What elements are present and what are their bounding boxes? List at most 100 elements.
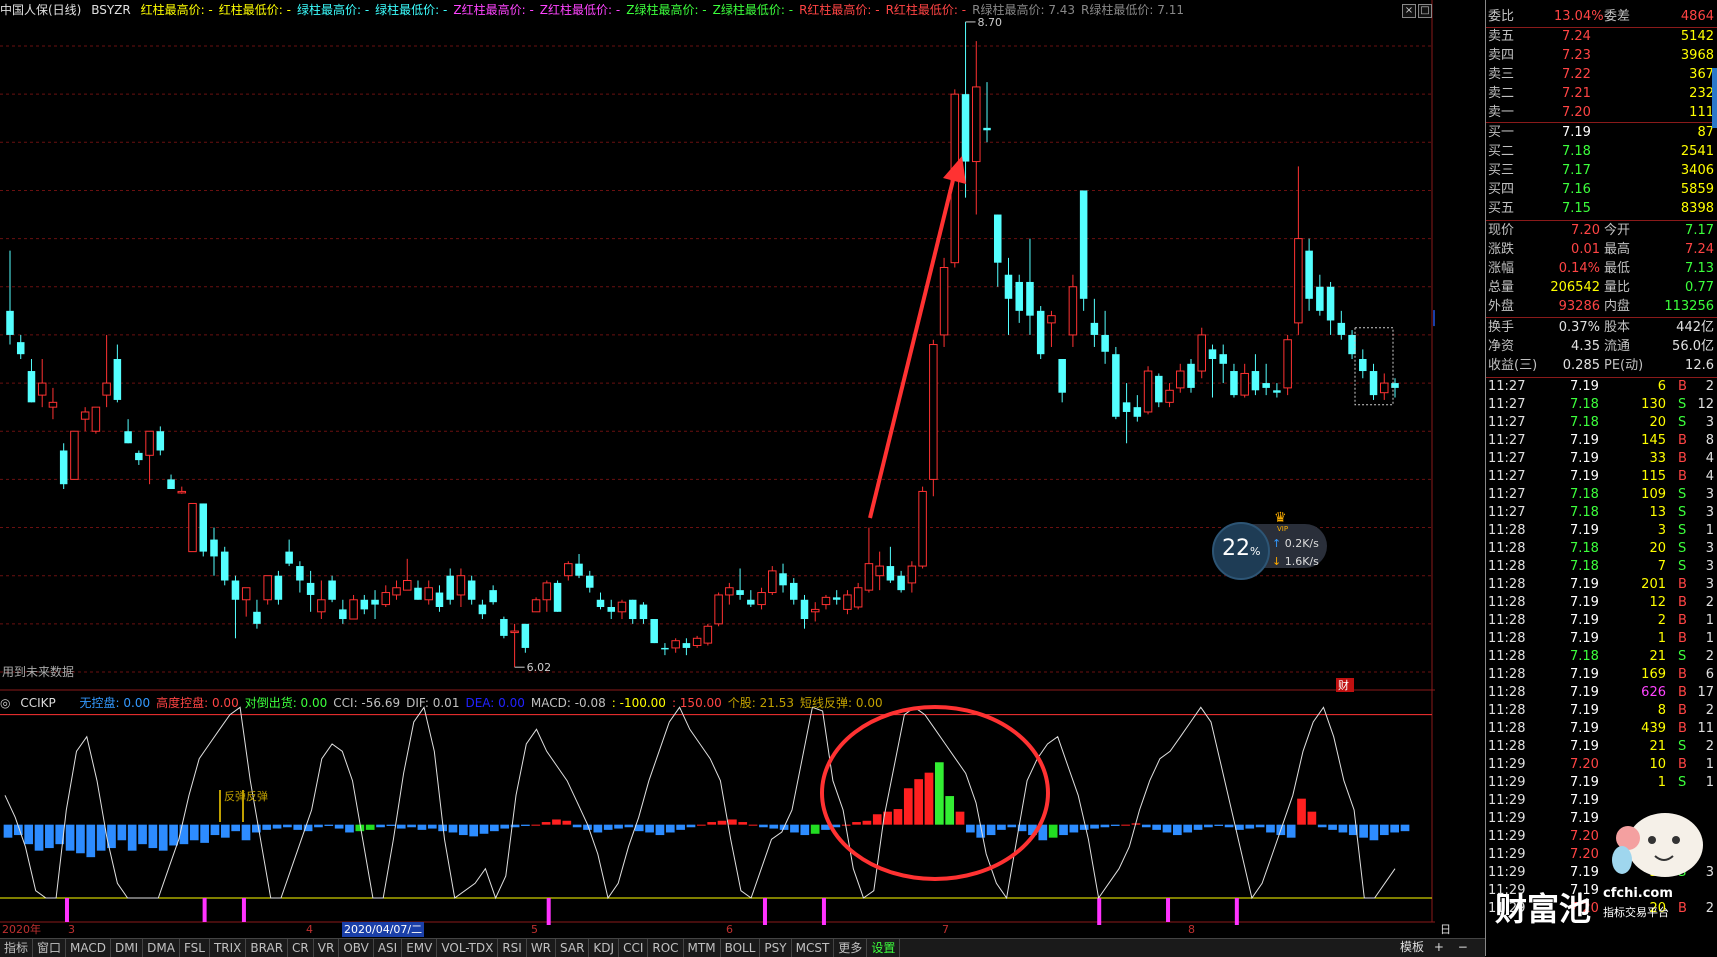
zoom-in-button[interactable]: + <box>1434 940 1444 954</box>
tick-row[interactable]: 11:27 7.18 13 S 3 <box>1486 504 1717 522</box>
candle-body <box>424 587 433 601</box>
ask-row[interactable]: 卖四 7.23 3968 <box>1486 47 1717 65</box>
tick-row[interactable]: 11:28 7.18 7 S 3 <box>1486 558 1717 576</box>
tab-25[interactable]: 设置 <box>867 939 901 957</box>
tick-price: 7.19 <box>1570 433 1599 448</box>
bid-row[interactable]: 买三 7.17 3406 <box>1486 162 1717 180</box>
candle-body <box>628 599 637 620</box>
tick-row[interactable]: 11:28 7.19 3 S 1 <box>1486 522 1717 540</box>
tick-row[interactable]: 11:28 7.19 12 B 2 <box>1486 594 1717 612</box>
macd-bar <box>1079 824 1089 830</box>
ask-row[interactable]: 卖二 7.21 232 <box>1486 85 1717 103</box>
bid-row[interactable]: 买二 7.18 2541 <box>1486 143 1717 161</box>
net-speed-widget[interactable]: 22% ↑ 0.2K/s ↓ 1.6K/s ♛ VIP <box>1210 510 1330 580</box>
tick-row[interactable]: 11:28 7.18 20 S 3 <box>1486 540 1717 558</box>
tab-7[interactable]: BRAR <box>246 939 289 957</box>
tick-row[interactable]: 11:28 7.19 439 B 11 <box>1486 720 1717 738</box>
indicator-tab-bar[interactable]: 指标 窗口 MACD DMI DMA FSL TRIX BRAR CR VR OBV ASI EMV VO… <box>0 938 1485 957</box>
tab-23[interactable]: MCST <box>792 939 835 957</box>
tick-time: 11:28 <box>1488 685 1526 700</box>
ask-label: 卖四 <box>1488 48 1515 63</box>
oversold-spike <box>821 898 826 929</box>
tab-14[interactable]: RSI <box>498 939 527 957</box>
tab-0[interactable]: 指标 <box>0 939 34 957</box>
tick-row[interactable]: 11:28 7.19 8 B 2 <box>1486 702 1717 720</box>
quote-row[interactable]: 涨跌 0.01 最高 7.24 <box>1486 241 1717 259</box>
header-values: 红柱最高价: - 红柱最低价: - 绿柱最高价: - 绿柱最低价: - Z红柱最高价: … <box>141 3 1190 17</box>
macd-bar <box>893 809 903 825</box>
tab-2[interactable]: MACD <box>66 939 112 957</box>
macd-bar <box>759 824 768 828</box>
tab-11[interactable]: ASI <box>374 939 403 957</box>
stat-row[interactable]: 换手 0.37% 股本 442亿 <box>1486 319 1717 337</box>
tick-row[interactable]: 11:27 7.18 109 S 3 <box>1486 486 1717 504</box>
tick-count: 6 <box>1705 667 1714 682</box>
template-button[interactable]: 模板 <box>1400 940 1424 954</box>
indicator-bar: ◎ CCIKP 无控盘: 0.00 高度控盘: 0.00 对倒出货: 0.00 CCI… <box>0 694 1430 712</box>
tick-row[interactable]: 11:28 7.19 201 B 3 <box>1486 576 1717 594</box>
tab-3[interactable]: DMI <box>111 939 144 957</box>
tab-4[interactable]: DMA <box>143 939 180 957</box>
stat-row[interactable]: 收益(三) 0.285 PE(动) 12.6 <box>1486 357 1717 375</box>
tab-21[interactable]: BOLL <box>721 939 761 957</box>
panel-scrollbar[interactable] <box>1712 68 1717 128</box>
bid-row[interactable]: 买五 7.15 8398 <box>1486 200 1717 218</box>
tick-row[interactable]: 11:27 7.19 145 B 8 <box>1486 432 1717 450</box>
tab-15[interactable]: WR <box>527 939 557 957</box>
header-value: Z绿柱最高价: - <box>626 3 707 17</box>
tick-row[interactable]: 11:28 7.19 1 B 1 <box>1486 630 1717 648</box>
tab-16[interactable]: SAR <box>556 939 590 957</box>
tab-13[interactable]: VOL-TDX <box>437 939 499 957</box>
tick-volume: 13 <box>1649 505 1666 520</box>
tick-row[interactable]: 11:27 7.19 6 B 2 <box>1486 378 1717 396</box>
tick-row[interactable]: 11:27 7.19 115 B 4 <box>1486 468 1717 486</box>
tick-row[interactable]: 11:28 7.19 2 B 1 <box>1486 612 1717 630</box>
macd-bar <box>572 824 582 828</box>
kline-chart[interactable]: 8.608.408.208.007.807.607.407.207.006.80… <box>0 0 1505 929</box>
tick-row[interactable]: 11:27 7.18 130 S 12 <box>1486 396 1717 414</box>
candle-body <box>167 479 175 490</box>
stat-row[interactable]: 净资 4.35 流通 56.0亿 <box>1486 338 1717 356</box>
tick-row[interactable]: 11:28 7.19 21 S 2 <box>1486 738 1717 756</box>
tab-17[interactable]: KDJ <box>589 939 620 957</box>
weibi-row[interactable]: 委比 13.04% 委差 4864 <box>1486 8 1717 26</box>
candle-body <box>564 563 573 577</box>
bid-volume: 8398 <box>1680 201 1714 216</box>
tick-row[interactable]: 11:28 7.19 626 B 17 <box>1486 684 1717 702</box>
tab-12[interactable]: EMV <box>402 939 438 957</box>
tick-row[interactable]: 11:28 7.19 169 B 6 <box>1486 666 1717 684</box>
ask-row[interactable]: 卖五 7.24 5142 <box>1486 28 1717 46</box>
ask-row[interactable]: 卖一 7.20 111 <box>1486 104 1717 122</box>
tab-24[interactable]: 更多 <box>834 939 868 957</box>
quote-row[interactable]: 外盘 93286 内盘 113256 <box>1486 298 1717 316</box>
tab-20[interactable]: MTM <box>684 939 721 957</box>
tab-6[interactable]: TRIX <box>210 939 247 957</box>
tab-9[interactable]: VR <box>314 939 340 957</box>
close-button[interactable]: × <box>1402 4 1416 18</box>
tick-row[interactable]: 11:28 7.18 21 S 2 <box>1486 648 1717 666</box>
tick-row[interactable]: 11:29 7.20 10 B 1 <box>1486 756 1717 774</box>
bid-price: 7.18 <box>1562 144 1591 159</box>
maximize-button[interactable]: □ <box>1418 4 1432 18</box>
tick-row[interactable]: 11:27 7.19 33 B 4 <box>1486 450 1717 468</box>
bid-row[interactable]: 买四 7.16 5859 <box>1486 181 1717 199</box>
tab-5[interactable]: FSL <box>180 939 210 957</box>
tab-10[interactable]: OBV <box>339 939 374 957</box>
tick-row[interactable]: 11:27 7.18 20 S 3 <box>1486 414 1717 432</box>
zoom-out-button[interactable]: − <box>1458 940 1468 954</box>
indicator-settings-icon[interactable]: ◎ <box>0 696 10 710</box>
tab-19[interactable]: ROC <box>648 939 684 957</box>
tab-8[interactable]: CR <box>288 939 314 957</box>
quote-row[interactable]: 现价 7.20 今开 7.17 <box>1486 222 1717 240</box>
quote-row[interactable]: 总量 206542 量比 0.77 <box>1486 279 1717 297</box>
indicator-title[interactable]: CCIKP <box>20 696 55 710</box>
bid-label: 买五 <box>1488 201 1515 216</box>
chart-area[interactable]: 8.608.408.208.007.807.607.407.207.006.80… <box>0 0 1505 929</box>
tab-1[interactable]: 窗口 <box>33 939 67 957</box>
tab-22[interactable]: PSY <box>760 939 792 957</box>
bid-row[interactable]: 买一 7.19 87 <box>1486 124 1717 142</box>
candle-body <box>1294 238 1303 324</box>
quote-row[interactable]: 涨幅 0.14% 最低 7.13 <box>1486 260 1717 278</box>
ask-row[interactable]: 卖三 7.22 367 <box>1486 66 1717 84</box>
tab-18[interactable]: CCI <box>619 939 649 957</box>
